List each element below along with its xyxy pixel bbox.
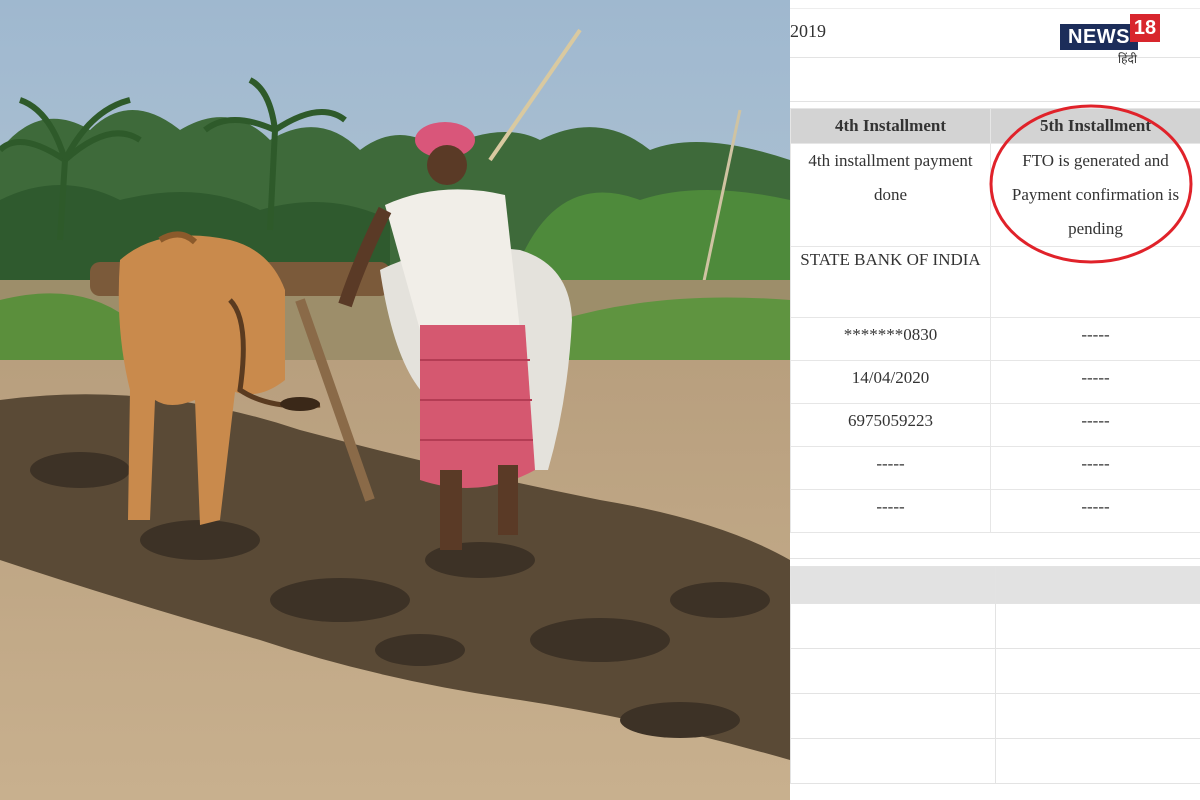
lower-cell [790,738,996,784]
lower-cell [790,693,996,739]
status-5th-cell: FTO is generated and Payment confirmatio… [990,143,1200,247]
table-row: ----- ----- [790,489,1200,533]
bank-name-5th-cell [990,246,1200,318]
bank-name-cell: STATE BANK OF INDIA [790,246,991,318]
lower-header-cell [790,566,996,604]
lower-header-cell [995,566,1200,604]
table-header-row: 4th Installment 5th Installment [790,108,1200,144]
table-row [790,738,1200,784]
news18-logo: NEWS 18 हिंदी [1058,14,1162,70]
lower-cell [995,693,1200,739]
lower-table [790,566,1200,784]
date-cell: 14/04/2020 [790,360,991,404]
table-row: 4th installment payment done FTO is gene… [790,143,1200,247]
table-row [790,603,1200,649]
installment-status-screenshot: 2019 NEWS 18 हिंदी 4th Installment 5th I… [790,0,1200,800]
installment-table: 4th Installment 5th Installment 4th inst… [790,108,1200,533]
spacer-row [790,528,1200,559]
date-5th-cell: ----- [990,360,1200,404]
table-row: *******0830 ----- [790,317,1200,361]
table-row: 14/04/2020 ----- [790,360,1200,404]
empty-5th-cell: ----- [990,446,1200,490]
account-number-5th-cell: ----- [990,317,1200,361]
header-4th-installment: 4th Installment [790,108,991,144]
lower-cell [790,648,996,694]
reference-number-5th-cell: ----- [990,403,1200,447]
empty-cell: ----- [790,446,991,490]
empty-5th-cell: ----- [990,489,1200,533]
reference-number-cell: 6975059223 [790,403,991,447]
header-5th-installment: 5th Installment [990,108,1200,144]
lower-cell [995,738,1200,784]
table-row: ----- ----- [790,446,1200,490]
logo-brand: NEWS [1060,24,1138,50]
table-row: 6975059223 ----- [790,403,1200,447]
lower-cell [995,603,1200,649]
table-row [790,693,1200,739]
year-label: 2019 [790,21,826,41]
status-4th-cell: 4th installment payment done [790,143,991,247]
account-number-cell: *******0830 [790,317,991,361]
lower-header-row [790,566,1200,604]
table-row: STATE BANK OF INDIA [790,246,1200,318]
table-row [790,648,1200,694]
logo-hindi: हिंदी [1118,52,1137,66]
logo-number: 18 [1130,14,1160,42]
farmer-plowing-image [0,0,790,800]
lower-cell [995,648,1200,694]
empty-cell: ----- [790,489,991,533]
lower-cell [790,603,996,649]
